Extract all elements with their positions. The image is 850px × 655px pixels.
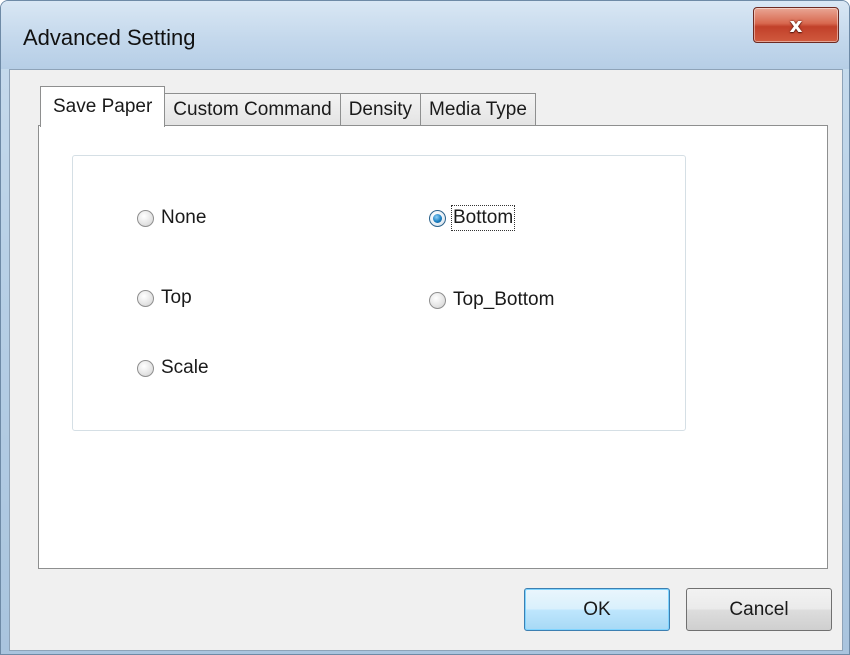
dialog-client-area: Save Paper Custom Command Density Media … xyxy=(9,69,843,651)
ok-button[interactable]: OK xyxy=(524,588,670,631)
close-icon: x xyxy=(789,13,803,37)
radio-scale[interactable]: Scale xyxy=(137,357,209,379)
advanced-setting-dialog: Advanced Setting x Save Paper Custom Com… xyxy=(0,0,850,655)
radio-none[interactable]: None xyxy=(137,207,206,229)
radio-none-circle[interactable] xyxy=(137,209,154,227)
close-button[interactable]: x xyxy=(753,7,839,43)
radio-bottom-circle[interactable] xyxy=(429,209,446,227)
radio-scale-circle[interactable] xyxy=(137,359,154,377)
tab-density[interactable]: Density xyxy=(339,93,422,126)
cancel-button[interactable]: Cancel xyxy=(686,588,832,631)
tab-custom-command[interactable]: Custom Command xyxy=(164,93,341,126)
title-bar[interactable]: Advanced Setting x xyxy=(1,1,849,69)
radio-top-bottom-circle[interactable] xyxy=(429,291,446,309)
window-title: Advanced Setting xyxy=(23,25,196,50)
radio-top[interactable]: Top xyxy=(137,287,192,309)
radio-bottom[interactable]: Bottom xyxy=(429,205,516,231)
radio-top-circle[interactable] xyxy=(137,289,154,307)
tab-strip: Save Paper Custom Command Density Media … xyxy=(40,86,536,127)
radio-top-bottom-label: Top_Bottom xyxy=(453,289,555,310)
radio-top-bottom[interactable]: Top_Bottom xyxy=(429,289,554,311)
save-paper-group: None Bottom Top Top_Bottom Scale xyxy=(72,155,686,431)
save-paper-panel: None Bottom Top Top_Bottom Scale xyxy=(38,125,828,569)
tab-media-type[interactable]: Media Type xyxy=(420,93,536,126)
radio-none-label: None xyxy=(161,207,207,228)
radio-top-label: Top xyxy=(161,287,192,308)
radio-bottom-label: Bottom xyxy=(450,205,516,231)
tab-save-paper[interactable]: Save Paper xyxy=(40,86,166,127)
radio-scale-label: Scale xyxy=(161,357,209,378)
